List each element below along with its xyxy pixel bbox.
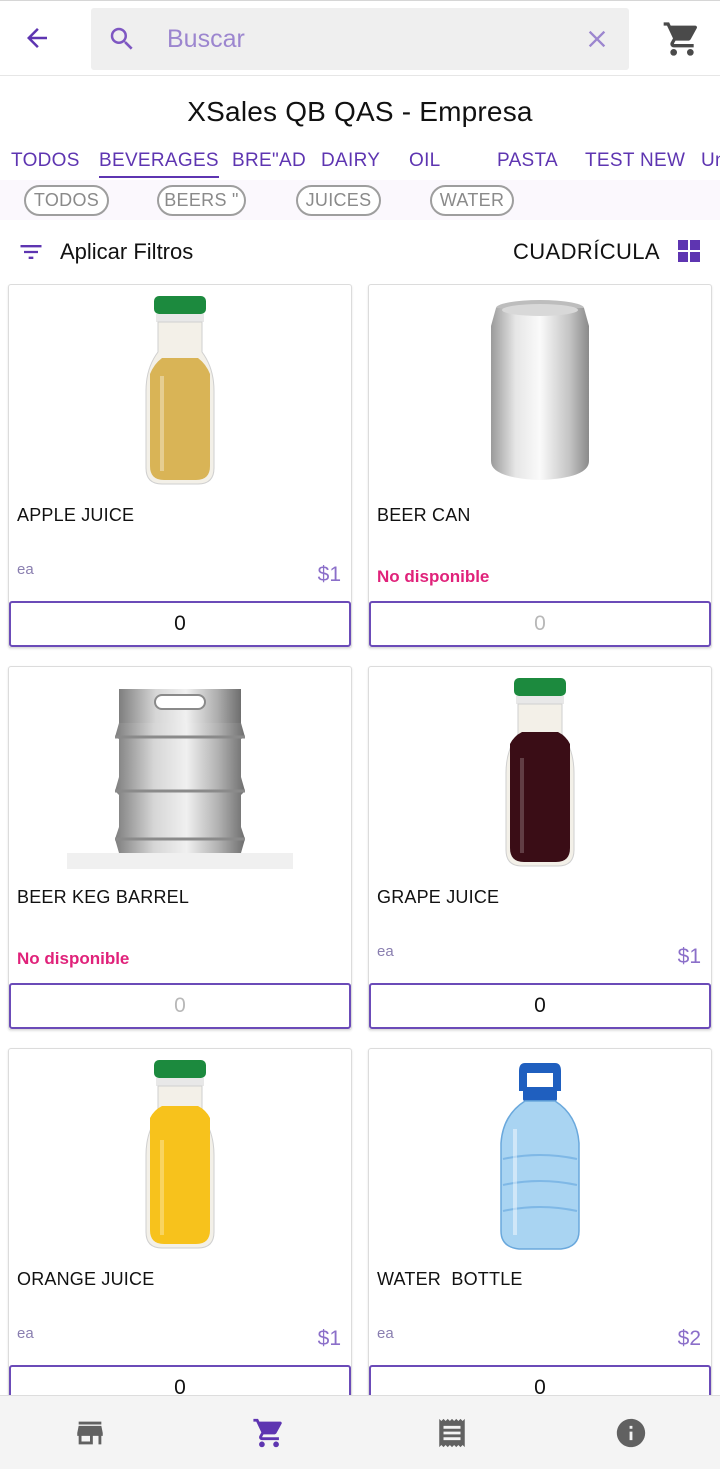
bottom-navigation — [0, 1395, 720, 1469]
product-unit: ea — [17, 561, 34, 578]
quantity-input — [369, 601, 711, 647]
tab-un[interactable]: Un — [701, 150, 720, 172]
juice-liquid — [150, 358, 210, 480]
search-input[interactable] — [167, 20, 547, 58]
product-card[interactable]: GRAPE JUICE ea $1 — [368, 666, 712, 1030]
unavailable-label: No disponible — [377, 567, 490, 586]
juice-liquid — [510, 732, 570, 862]
product-grid: APPLE JUICE ea $1 0 BEER CAN No disponib… — [0, 284, 720, 1396]
product-unit: ea — [377, 1325, 394, 1342]
chip-juices[interactable]: JUICES — [296, 185, 381, 216]
beer-keg-icon — [67, 689, 293, 869]
product-name: WATER BOTTLE — [377, 1269, 523, 1289]
product-card[interactable]: BEER CAN No disponible — [368, 284, 712, 648]
product-price: $2 — [677, 1327, 701, 1350]
product-image — [369, 675, 711, 871]
product-name: BEER KEG BARREL — [17, 887, 190, 907]
quantity-input[interactable] — [9, 601, 351, 647]
top-bar — [0, 0, 720, 76]
tab-test-new[interactable]: TEST NEW — [585, 150, 685, 172]
product-name: BEER CAN — [377, 505, 471, 525]
chip-water[interactable]: WATER — [430, 185, 514, 216]
product-name: GRAPE JUICE — [377, 887, 500, 907]
back-button[interactable] — [14, 15, 60, 61]
view-mode-label: CUADRÍCULA — [512, 239, 660, 264]
product-name: ORANGE JUICE — [17, 1269, 155, 1289]
product-card[interactable]: WATER BOTTLE ea $2 — [368, 1048, 712, 1396]
info-icon[interactable] — [614, 1416, 648, 1450]
shopping-cart-icon[interactable] — [662, 19, 702, 59]
company-title: XSales QB QAS - Empresa — [187, 96, 533, 127]
product-price: $1 — [677, 945, 701, 968]
product-unit: ea — [17, 1325, 34, 1342]
cart-icon[interactable] — [252, 1416, 286, 1450]
product-price: $1 — [317, 563, 341, 586]
quantity-input[interactable] — [369, 983, 711, 1029]
receipt-icon[interactable] — [435, 1416, 469, 1450]
search-box[interactable] — [91, 8, 629, 70]
chip-beers[interactable]: BEERS " — [157, 185, 246, 216]
quantity-input[interactable] — [9, 1365, 351, 1396]
store-icon[interactable] — [73, 1416, 107, 1450]
product-unit: ea — [377, 943, 394, 960]
chip-todos[interactable]: TODOS — [24, 185, 109, 216]
close-icon[interactable] — [583, 25, 611, 53]
tab-beverages[interactable]: BEVERAGES — [99, 150, 219, 178]
quantity-input[interactable] — [369, 1365, 711, 1396]
product-card[interactable]: APPLE JUICE ea $1 — [8, 284, 352, 648]
unavailable-label: No disponible — [17, 949, 130, 968]
product-image — [9, 1057, 351, 1253]
product-card[interactable]: BEER KEG BARREL No disponible — [8, 666, 352, 1030]
apply-filters-button[interactable]: Aplicar Filtros — [60, 239, 193, 265]
tab-bread[interactable]: BRE"AD — [232, 150, 306, 172]
juice-bottle-icon — [145, 1060, 215, 1249]
product-price: $1 — [317, 1327, 341, 1350]
juice-liquid — [150, 1106, 210, 1244]
product-image — [9, 675, 351, 871]
grid-view-icon[interactable] — [677, 239, 701, 263]
search-icon — [110, 27, 133, 50]
category-tabs: TODOS BEVERAGES BRE"AD DAIRY OIL PASTA T… — [0, 140, 720, 180]
water-jug-icon — [500, 1063, 580, 1250]
subcategory-bar: TODOS BEERS " JUICES WATER — [0, 180, 720, 220]
tab-todos[interactable]: TODOS — [11, 150, 80, 172]
filter-icon[interactable] — [17, 238, 45, 266]
tab-dairy[interactable]: DAIRY — [321, 150, 380, 172]
arrow-back-icon — [27, 28, 47, 48]
quantity-input — [9, 983, 351, 1029]
product-card[interactable]: ORANGE JUICE ea $1 — [8, 1048, 352, 1396]
beer-can-icon — [491, 300, 589, 480]
product-image — [369, 1057, 711, 1253]
product-image — [369, 293, 711, 489]
product-image — [9, 293, 351, 489]
juice-bottle-icon — [505, 678, 575, 867]
product-name: APPLE JUICE — [17, 505, 135, 525]
juice-bottle-icon — [145, 296, 215, 485]
tab-oil[interactable]: OIL — [409, 150, 441, 172]
tab-pasta[interactable]: PASTA — [497, 150, 558, 172]
